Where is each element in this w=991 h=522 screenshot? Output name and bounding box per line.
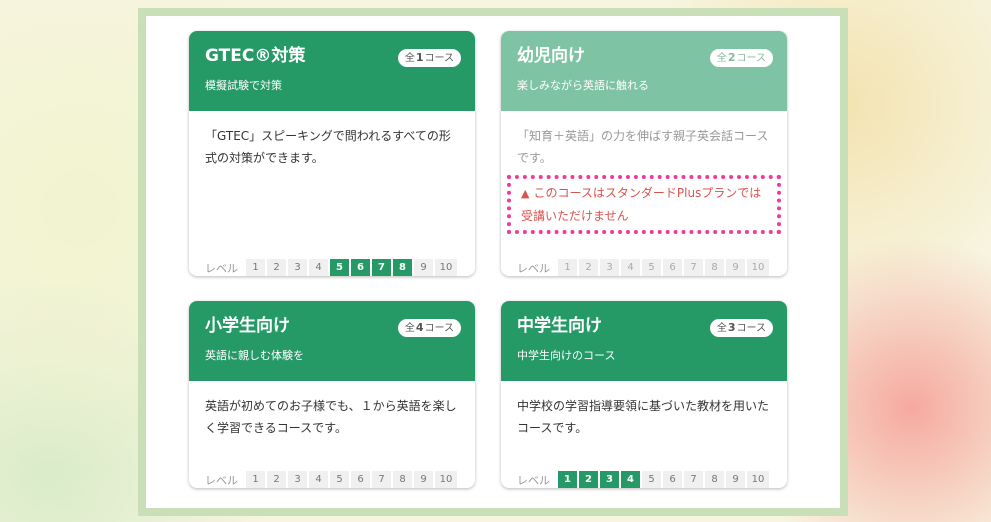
level-chip: 3 xyxy=(288,259,307,276)
level-chip: 1 xyxy=(558,259,577,276)
level-chip: 7 xyxy=(372,471,391,488)
level-chip: 3 xyxy=(600,471,619,488)
level-chip: 2 xyxy=(579,259,598,276)
card-subtitle: 楽しみながら英語に触れる xyxy=(517,79,649,92)
level-chip: 10 xyxy=(435,471,457,488)
level-chip: 4 xyxy=(309,259,328,276)
level-chip: 2 xyxy=(267,259,286,276)
level-chip: 3 xyxy=(600,259,619,276)
level-chip: 7 xyxy=(372,259,391,276)
course-card-junior-high[interactable]: 中学生向け 中学生向けのコース 全3コース 中学校の学習指導要領に基づいた教材を… xyxy=(501,301,787,488)
card-body: 中学校の学習指導要領に基づいた教材を用いたコースです。 レベル 12345678… xyxy=(501,381,787,488)
card-header: GTEC®対策 模擬試験で対策 全1コース xyxy=(189,31,475,111)
level-chip: 6 xyxy=(351,259,370,276)
level-chip: 5 xyxy=(330,471,349,488)
level-chip: 1 xyxy=(246,471,265,488)
level-chip: 5 xyxy=(330,259,349,276)
level-chip: 6 xyxy=(351,471,370,488)
level-chip: 4 xyxy=(621,259,640,276)
level-chip: 8 xyxy=(705,259,724,276)
course-card-gtec[interactable]: GTEC®対策 模擬試験で対策 全1コース 「GTEC」スピーキングで問われるす… xyxy=(189,31,475,276)
card-subtitle: 模擬試験で対策 xyxy=(205,79,282,92)
card-body: 英語が初めてのお子様でも、１から英語を楽しく学習できるコースです。 レベル 12… xyxy=(189,381,475,488)
level-chip: 9 xyxy=(414,259,433,276)
level-chip: 9 xyxy=(414,471,433,488)
level-indicator: レベル 1 2 3 4 5 6 7 8 9 10 xyxy=(205,471,459,488)
level-chip: 6 xyxy=(663,471,682,488)
course-card-kids[interactable]: 幼児向け 楽しみながら英語に触れる 全2コース 「知育＋英語」の力を伸ばす親子英… xyxy=(501,31,787,276)
level-chip: 5 xyxy=(642,259,661,276)
level-chip: 8 xyxy=(705,471,724,488)
level-indicator: レベル 1 2 3 4 5 6 7 8 9 10 xyxy=(205,259,459,276)
card-description: 「知育＋英語」の力を伸ばす親子英会話コースです。 xyxy=(517,129,769,165)
card-subtitle: 中学生向けのコース xyxy=(517,349,616,362)
warning-icon: ▲ xyxy=(521,187,530,200)
plan-warning-box: ▲ このコースはスタンダードPlusプランでは受講いただけません xyxy=(507,175,781,234)
course-count-badge: 全1コース xyxy=(397,49,461,67)
card-body: 「知育＋英語」の力を伸ばす親子英会話コースです。 ▲ このコースはスタンダードPl… xyxy=(501,111,787,276)
level-chip: 6 xyxy=(663,259,682,276)
level-chip: 4 xyxy=(621,471,640,488)
warning-text: このコースはスタンダードPlusプランでは受講いただけません xyxy=(521,186,762,223)
level-chip: 3 xyxy=(288,471,307,488)
level-chip: 7 xyxy=(684,471,703,488)
level-chip: 9 xyxy=(726,259,745,276)
course-card-elementary[interactable]: 小学生向け 英語に親しむ体験を 全4コース 英語が初めてのお子様でも、１から英語… xyxy=(189,301,475,488)
card-description: 中学校の学習指導要領に基づいた教材を用いたコースです。 xyxy=(517,399,770,435)
card-body: 「GTEC」スピーキングで問われるすべての形式の対策ができます。 レベル 123… xyxy=(189,111,475,276)
level-chip: 4 xyxy=(309,471,328,488)
level-chip: 1 xyxy=(246,259,265,276)
course-count-badge: 全2コース xyxy=(709,49,773,67)
card-subtitle: 英語に親しむ体験を xyxy=(205,349,304,362)
level-chip: 1 xyxy=(558,471,577,488)
level-indicator: レベル 1 2 3 4 5 6 7 8 9 10 xyxy=(517,259,771,276)
levels-label: レベル xyxy=(205,473,238,487)
card-header: 中学生向け 中学生向けのコース 全3コース xyxy=(501,301,787,381)
levels-label: レベル xyxy=(517,473,550,487)
level-chip: 2 xyxy=(267,471,286,488)
levels-label: レベル xyxy=(205,261,238,275)
level-chip: 2 xyxy=(579,471,598,488)
level-chip: 10 xyxy=(747,471,769,488)
levels-label: レベル xyxy=(517,261,550,275)
course-count-badge: 全4コース xyxy=(397,319,461,337)
level-chip: 10 xyxy=(435,259,457,276)
level-chip: 10 xyxy=(747,259,769,276)
card-description: 「GTEC」スピーキングで問われるすべての形式の対策ができます。 xyxy=(205,129,451,165)
course-count-badge: 全3コース xyxy=(709,319,773,337)
level-chip: 7 xyxy=(684,259,703,276)
level-chip: 5 xyxy=(642,471,661,488)
level-indicator: レベル 1 2 3 4 5 6 7 8 9 10 xyxy=(517,471,771,488)
card-description: 英語が初めてのお子様でも、１から英語を楽しく学習できるコースです。 xyxy=(205,399,457,435)
level-chip: 8 xyxy=(393,259,412,276)
level-chip: 8 xyxy=(393,471,412,488)
card-header: 幼児向け 楽しみながら英語に触れる 全2コース xyxy=(501,31,787,111)
level-chip: 9 xyxy=(726,471,745,488)
card-header: 小学生向け 英語に親しむ体験を 全4コース xyxy=(189,301,475,381)
